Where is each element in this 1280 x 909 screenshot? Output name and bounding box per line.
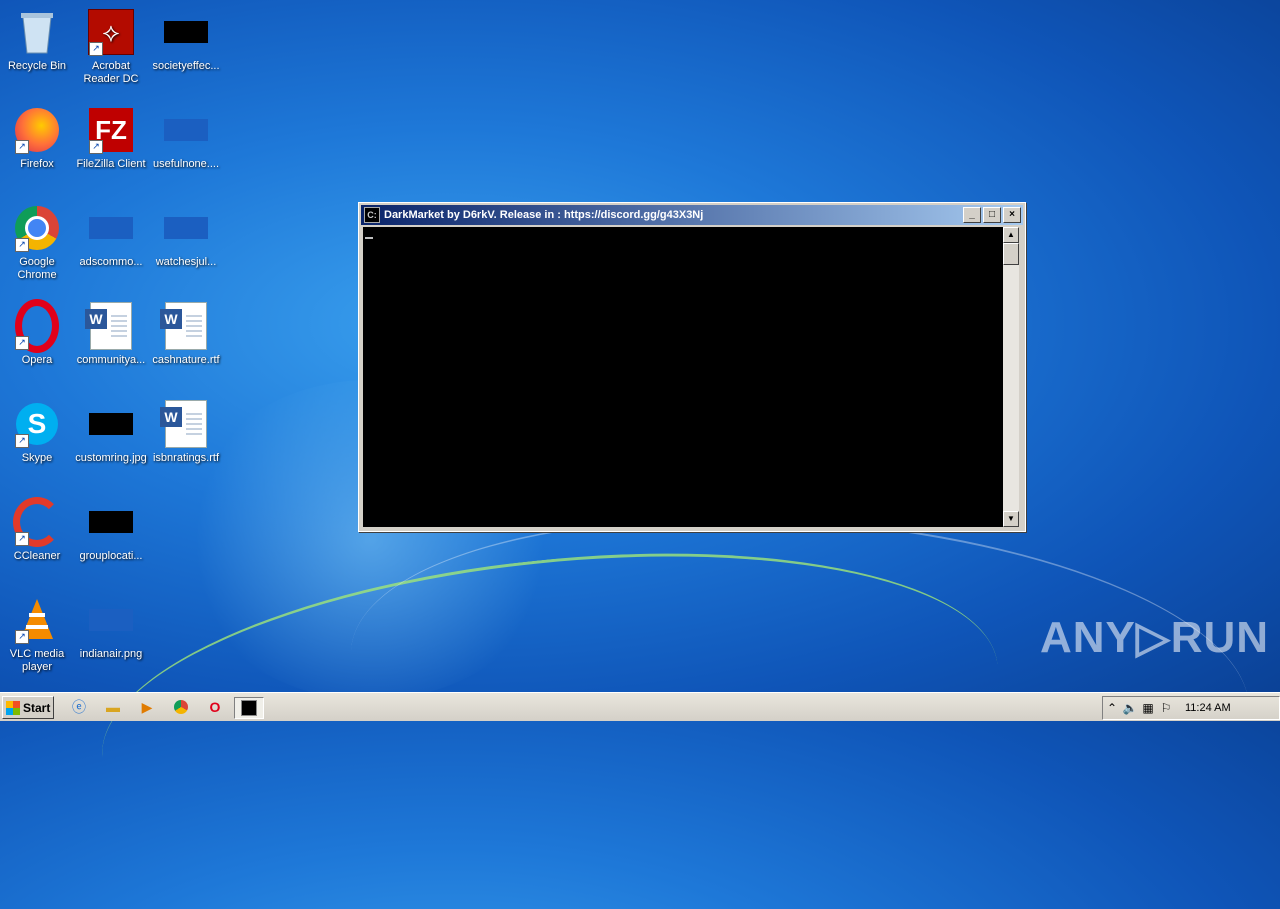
desktop-icon-acrobat[interactable]: ⟡ ↗ Acrobat Reader DC xyxy=(74,8,148,86)
console-icon: C: xyxy=(364,207,380,223)
acrobat-icon: ⟡ ↗ xyxy=(87,8,135,56)
desktop-icon-file[interactable]: usefulnone.... xyxy=(149,106,223,171)
console-window[interactable]: C: DarkMarket by D6rkV. Release in : htt… xyxy=(358,202,1026,532)
system-tray: ⌃ 🔈 ▦ ⚐ 11:24 AM xyxy=(1102,696,1280,720)
image-thumbnail-icon xyxy=(87,596,135,644)
desktop-icon-vlc[interactable]: ↗ VLC media player xyxy=(0,596,74,674)
desktop-icon-image[interactable]: indianair.png xyxy=(74,596,148,661)
desktop-icon-word-doc[interactable]: W isbnratings.rtf xyxy=(149,400,223,465)
desktop-icon-label: VLC media player xyxy=(9,648,65,673)
folder-icon[interactable]: ▬ xyxy=(102,697,124,717)
desktop-icon-chrome[interactable]: ↗ Google Chrome xyxy=(0,204,74,282)
console-icon xyxy=(241,700,257,716)
desktop-icon-skype[interactable]: S ↗ Skype xyxy=(0,400,74,465)
desktop-icon-label: communitya... xyxy=(76,354,146,366)
skype-icon: S ↗ xyxy=(13,400,61,448)
maximize-button[interactable]: □ xyxy=(983,207,1001,223)
desktop-icon-file[interactable]: watchesjul... xyxy=(149,204,223,269)
desktop-icon-label: indianair.png xyxy=(79,648,143,660)
windows-logo-icon xyxy=(6,700,20,715)
network-icon[interactable]: ▦ xyxy=(1139,701,1157,715)
desktop-icon-label: Google Chrome xyxy=(17,256,57,281)
minimize-button[interactable]: _ xyxy=(963,207,981,223)
shortcut-arrow-icon: ↗ xyxy=(15,630,29,644)
desktop-icon-label: isbnratings.rtf xyxy=(152,452,220,464)
ie-icon[interactable]: ⓔ xyxy=(68,697,90,717)
opera-icon[interactable]: O xyxy=(204,697,226,717)
desktop-icon-label: customring.jpg xyxy=(75,452,147,464)
desktop-icon-file[interactable]: adscommo... xyxy=(74,204,148,269)
shortcut-arrow-icon: ↗ xyxy=(89,42,103,56)
desktop-icon-file[interactable]: societyeffec... xyxy=(149,8,223,73)
desktop-icon-opera[interactable]: ↗ Opera xyxy=(0,299,74,367)
opera-icon: ↗ xyxy=(13,299,61,353)
desktop-icon-label: FileZilla Client xyxy=(76,158,146,170)
start-label: Start xyxy=(23,700,51,715)
window-titlebar[interactable]: C: DarkMarket by D6rkV. Release in : htt… xyxy=(361,205,1023,225)
file-thumbnail-icon xyxy=(87,498,135,546)
desktop-icon-word-doc[interactable]: W cashnature.rtf xyxy=(149,302,223,367)
desktop-icon-label: cashnature.rtf xyxy=(152,354,220,366)
shortcut-arrow-icon: ↗ xyxy=(15,434,29,448)
chrome-icon: ↗ xyxy=(13,204,61,252)
desktop-icon-label: Recycle Bin xyxy=(7,60,67,72)
desktop-icon-file[interactable]: grouplocati... xyxy=(74,498,148,563)
shortcut-arrow-icon: ↗ xyxy=(15,336,29,350)
desktop-icon-label: adscommo... xyxy=(79,256,143,268)
show-hidden-icons-icon[interactable]: ⌃ xyxy=(1103,701,1121,715)
media-player-icon[interactable]: ▶ xyxy=(136,697,158,717)
start-button[interactable]: Start xyxy=(2,696,54,719)
desktop-icon-label: grouplocati... xyxy=(79,550,143,562)
volume-icon[interactable]: 🔈 xyxy=(1121,701,1139,715)
desktop-icon-label: watchesjul... xyxy=(155,256,217,268)
desktop-icon-ccleaner[interactable]: ↗ CCleaner xyxy=(0,497,74,563)
text-cursor xyxy=(365,237,373,239)
image-thumbnail-icon xyxy=(87,400,135,448)
scroll-thumb[interactable] xyxy=(1003,243,1019,265)
close-button[interactable]: × xyxy=(1003,207,1021,223)
filezilla-icon: FZ ↗ xyxy=(87,106,135,154)
console-taskbar-button[interactable] xyxy=(234,697,264,719)
desktop-icon-image[interactable]: customring.jpg xyxy=(74,400,148,465)
shortcut-arrow-icon: ↗ xyxy=(15,238,29,252)
desktop-icon-firefox[interactable]: ↗ Firefox xyxy=(0,106,74,171)
ccleaner-icon: ↗ xyxy=(13,497,61,547)
desktop-icon-label: CCleaner xyxy=(13,550,61,562)
desktop-icon-label: Skype xyxy=(21,452,53,464)
action-center-flag-icon[interactable]: ⚐ xyxy=(1157,701,1175,715)
file-thumbnail-icon xyxy=(87,204,135,252)
window-title: DarkMarket by D6rkV. Release in : https:… xyxy=(384,209,704,221)
desktop-icon-recycle-bin[interactable]: Recycle Bin xyxy=(0,8,74,73)
file-thumbnail-icon xyxy=(162,204,210,252)
console-output[interactable] xyxy=(363,227,1003,527)
vertical-scrollbar[interactable]: ▲ ▼ xyxy=(1003,227,1019,527)
word-document-icon: W xyxy=(160,400,210,448)
taskbar: Start ⓔ ▬ ▶ O ⌃ 🔈 ▦ ⚐ 11:24 AM xyxy=(0,692,1280,721)
shortcut-arrow-icon: ↗ xyxy=(15,140,29,154)
chrome-icon[interactable] xyxy=(170,697,192,717)
watermark: ANY▷RUN xyxy=(1040,613,1270,662)
shortcut-arrow-icon: ↗ xyxy=(89,140,103,154)
scroll-down-button[interactable]: ▼ xyxy=(1003,511,1019,527)
file-thumbnail-icon xyxy=(162,8,210,56)
desktop-icon-label: usefulnone.... xyxy=(152,158,220,170)
recycle-bin-icon xyxy=(13,8,61,56)
scroll-up-button[interactable]: ▲ xyxy=(1003,227,1019,243)
file-thumbnail-icon xyxy=(162,106,210,154)
shortcut-arrow-icon: ↗ xyxy=(15,532,29,546)
desktop-icon-label: Acrobat Reader DC xyxy=(83,60,139,85)
desktop-icon-word-doc[interactable]: W communitya... xyxy=(74,302,148,367)
desktop-icon-label: societyeffec... xyxy=(152,60,220,72)
firefox-icon: ↗ xyxy=(13,106,61,154)
taskbar-clock[interactable]: 11:24 AM xyxy=(1185,702,1231,714)
word-document-icon: W xyxy=(160,302,210,350)
desktop-icon-label: Opera xyxy=(21,354,53,366)
desktop-icon-label: Firefox xyxy=(20,158,54,170)
desktop-icon-filezilla[interactable]: FZ ↗ FileZilla Client xyxy=(74,106,148,171)
word-document-icon: W xyxy=(85,302,135,350)
vlc-icon: ↗ xyxy=(13,596,61,644)
